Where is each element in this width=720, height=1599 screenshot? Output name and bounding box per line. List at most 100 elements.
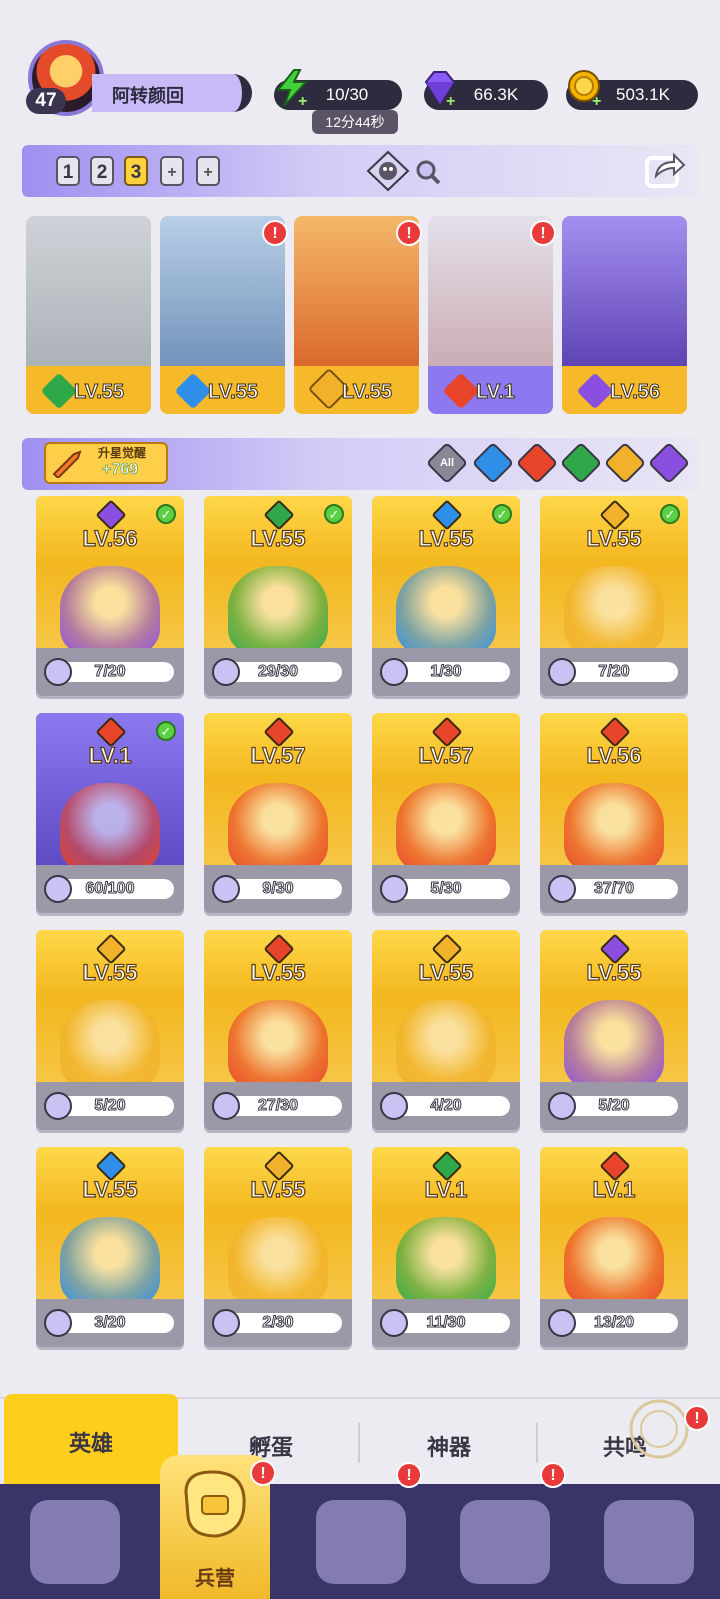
hero-card[interactable]: ✓ LV.1 60/100 — [36, 713, 184, 913]
hero-portrait — [564, 566, 664, 656]
share-icon[interactable] — [644, 150, 686, 190]
cards-icon[interactable] — [30, 1500, 120, 1584]
hero-portrait — [396, 783, 496, 873]
alert-badge: ! — [684, 1405, 710, 1431]
hero-card[interactable]: LV.57 5/30 — [372, 713, 520, 913]
filter-all-label: All — [439, 457, 455, 469]
shard-progress-text: 1/30 — [430, 663, 462, 681]
shard-progress-text: 27/30 — [257, 1097, 299, 1115]
team-hero-level: LV.55 — [207, 381, 259, 404]
hero-level: LV.55 — [418, 959, 474, 985]
team-hero-art — [26, 216, 151, 376]
sword-icon — [52, 450, 82, 478]
hero-level: LV.56 — [82, 525, 138, 551]
team-slot-1[interactable]: LV.55 — [26, 216, 151, 414]
hero-level: LV.56 — [586, 742, 642, 768]
hero-card[interactable]: LV.55 5/20 — [36, 930, 184, 1130]
team-tab-1[interactable]: 1 — [56, 156, 80, 186]
star-awaken-label: 升星觉醒 — [98, 446, 147, 460]
hero-portrait — [228, 1217, 328, 1307]
hero-level: LV.1 — [592, 1176, 636, 1202]
hero-card[interactable]: LV.1 11/30 — [372, 1147, 520, 1347]
shard-progress-text: 5/20 — [94, 1097, 126, 1115]
team-tab-2[interactable]: 2 — [90, 156, 114, 186]
team-tab-add-2[interactable]: + — [196, 156, 220, 186]
player-name: 阿转颜回 — [112, 86, 184, 106]
checkmark-icon: ✓ — [156, 721, 176, 741]
checkmark-icon: ✓ — [156, 504, 176, 524]
team-tab-add-1[interactable]: + — [160, 156, 184, 186]
star-awaken-value: +769 — [102, 461, 139, 479]
shard-progress-text: 2/30 — [262, 1314, 294, 1332]
hero-card[interactable]: LV.55 27/30 — [204, 930, 352, 1130]
hero-level: LV.1 — [88, 742, 132, 768]
alert-badge: ! — [262, 220, 288, 246]
hero-portrait — [564, 1000, 664, 1090]
hero-card[interactable]: LV.57 9/30 — [204, 713, 352, 913]
hero-card[interactable]: ✓ LV.55 7/20 — [540, 496, 688, 696]
svg-text:+: + — [592, 93, 601, 108]
team-hero-art — [562, 216, 687, 376]
hero-portrait — [228, 1000, 328, 1090]
mushroom-icon[interactable] — [604, 1500, 694, 1584]
team-slot-2[interactable]: LV.55 — [160, 216, 285, 414]
checkmark-icon: ✓ — [324, 504, 344, 524]
shard-progress-text: 5/20 — [598, 1097, 630, 1115]
checkmark-icon: ✓ — [492, 504, 512, 524]
team-slot-5[interactable]: LV.56 — [562, 216, 687, 414]
gem-icon: + — [424, 71, 455, 108]
team-slot-3[interactable]: LV.55 — [294, 216, 419, 414]
hero-card[interactable]: LV.55 3/20 — [36, 1147, 184, 1347]
hero-card[interactable]: LV.56 37/70 — [540, 713, 688, 913]
map-icon[interactable] — [316, 1500, 406, 1584]
team-hero-level: LV.55 — [73, 381, 125, 404]
barracks-nav-label: 兵营 — [195, 1568, 235, 1590]
hero-card[interactable]: LV.1 13/20 — [540, 1147, 688, 1347]
hero-portrait — [60, 1217, 160, 1307]
team-slot-4[interactable]: LV.1 — [428, 216, 553, 414]
hero-card[interactable]: ✓ LV.55 29/30 — [204, 496, 352, 696]
hero-card[interactable]: LV.55 4/20 — [372, 930, 520, 1130]
hero-portrait — [228, 783, 328, 873]
energy-timer: 12分44秒 — [312, 110, 398, 134]
team-hero-level: LV.56 — [609, 381, 661, 404]
alert-badge: ! — [396, 220, 422, 246]
hero-card[interactable]: ✓ LV.55 1/30 — [372, 496, 520, 696]
team-tab-3[interactable]: 3 — [124, 156, 148, 186]
shard-progress-text: 29/30 — [257, 663, 299, 681]
team-hero-level: LV.1 — [476, 381, 516, 404]
hero-portrait — [564, 1217, 664, 1307]
alert-badge: ! — [250, 1460, 276, 1486]
hero-portrait — [228, 566, 328, 656]
shard-progress-text: 37/70 — [593, 880, 635, 898]
alert-badge: ! — [396, 1462, 422, 1488]
team-hero-level: LV.55 — [341, 381, 393, 404]
barracks-fist-icon — [184, 1470, 246, 1538]
search-icon[interactable] — [414, 158, 442, 186]
resonance-ring-icon[interactable] — [628, 1398, 690, 1460]
hero-card[interactable]: LV.55 2/30 — [204, 1147, 352, 1347]
shard-progress-text: 5/30 — [430, 880, 462, 898]
energy-icon: + — [275, 69, 309, 108]
hero-level: LV.55 — [586, 959, 642, 985]
player-level-badge: 47 — [26, 88, 66, 114]
hero-portrait — [396, 1217, 496, 1307]
shard-progress-text: 7/20 — [598, 663, 630, 681]
hero-level: LV.55 — [82, 959, 138, 985]
hero-level: LV.55 — [250, 1176, 306, 1202]
svg-text:+: + — [446, 93, 455, 108]
shard-progress-text: 13/20 — [593, 1314, 635, 1332]
hero-level: LV.55 — [586, 525, 642, 551]
hero-portrait — [60, 1000, 160, 1090]
hero-portrait — [60, 783, 160, 873]
castle-icon[interactable] — [460, 1500, 550, 1584]
pet-icon[interactable] — [364, 150, 412, 192]
shard-progress-text: 3/20 — [94, 1314, 126, 1332]
tab-artifacts[interactable]: 神器 — [364, 1430, 534, 1462]
alert-badge: ! — [540, 1462, 566, 1488]
hero-card[interactable]: ✓ LV.56 7/20 — [36, 496, 184, 696]
alert-badge: ! — [530, 220, 556, 246]
hero-level: LV.55 — [250, 959, 306, 985]
hero-card[interactable]: LV.55 5/20 — [540, 930, 688, 1130]
hero-level: LV.55 — [418, 525, 474, 551]
